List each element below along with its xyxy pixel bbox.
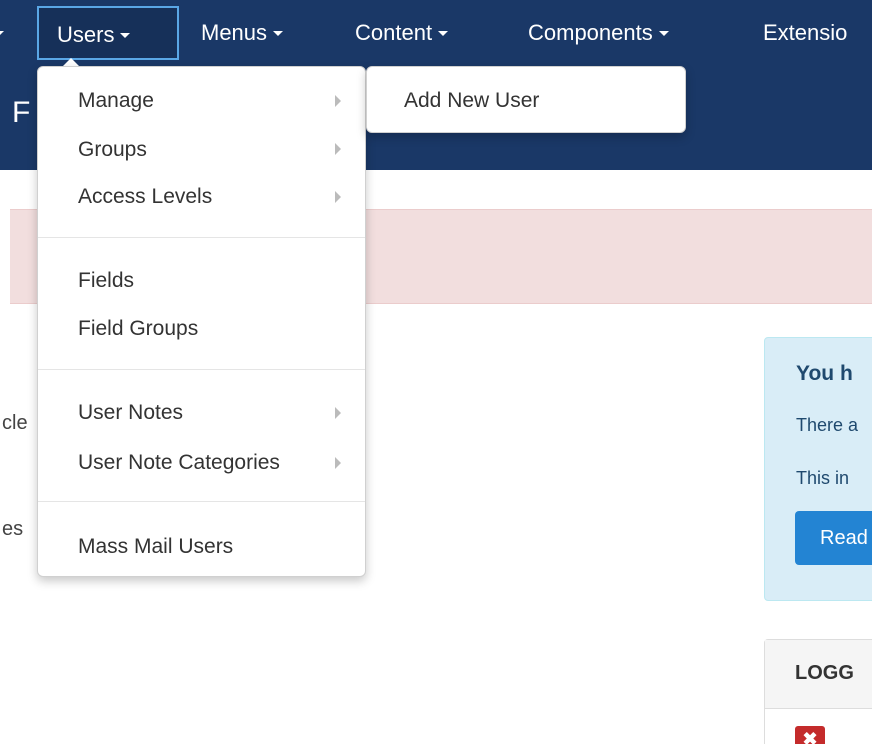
menu-item-access-levels[interactable]: Access Levels [78,185,212,209]
users-dropdown-menu: Manage Groups Access Levels Fields Field… [37,66,366,577]
caret-down-icon[interactable] [0,31,4,36]
menu-item-add-new-user[interactable]: Add New User [404,89,539,113]
admin-page: Users Menus Content Components Extensio … [0,0,872,744]
nav-extensions-label: Extensio [763,20,848,45]
nav-components-menu[interactable]: Components [528,6,669,60]
nav-users-label: Users [57,22,115,47]
caret-down-icon [658,30,669,36]
caret-down-icon [120,32,131,38]
content-text-fragment: es [2,518,24,540]
panel-title: LOGG [795,662,854,684]
logged-in-users-panel: LOGG ✖ [764,639,872,744]
nav-content-menu[interactable]: Content [355,6,449,60]
nav-components-label: Components [528,20,653,45]
menu-divider [38,237,365,238]
chevron-right-icon [335,191,341,203]
info-panel-heading: You h [796,362,853,385]
menu-item-user-note-categories[interactable]: User Note Categories [78,451,280,475]
caret-down-icon [273,30,284,36]
chevron-right-icon [335,407,341,419]
logout-icon[interactable]: ✖ [795,726,825,744]
menu-item-label: User Note Categories [78,451,280,474]
menu-item-manage[interactable]: Manage [78,89,154,113]
top-navbar: Users Menus Content Components Extensio [0,0,872,66]
info-panel-text: This in [796,468,850,488]
chevron-right-icon [335,457,341,469]
menu-item-label: Manage [78,89,154,112]
nav-menus-label: Menus [201,20,268,45]
menu-item-label: Access Levels [78,185,213,208]
caret-down-icon [438,30,449,36]
info-panel: You h There a This in Read [764,337,872,601]
nav-extensions-menu[interactable]: Extensio [763,6,847,60]
info-panel-text: There a [796,415,859,435]
menu-item-groups[interactable]: Groups [78,138,147,162]
menu-item-label: Fields [78,269,135,292]
menu-item-label: Field Groups [78,317,199,340]
menu-item-label: User Notes [78,401,184,424]
menu-item-user-notes[interactable]: User Notes [78,401,183,425]
menu-divider [38,501,365,502]
nav-menus-menu[interactable]: Menus [201,6,284,60]
nav-content-label: Content [355,20,433,45]
menu-item-field-groups[interactable]: Field Groups [78,317,198,341]
manage-submenu: Add New User [366,66,686,133]
nav-users-menu[interactable]: Users [37,6,179,60]
panel-header: LOGG [765,640,872,709]
chevron-right-icon [335,143,341,155]
menu-item-mass-mail-users[interactable]: Mass Mail Users [78,535,233,559]
read-more-button[interactable]: Read [795,511,872,565]
menu-item-fields[interactable]: Fields [78,269,134,293]
menu-divider [38,369,365,370]
content-text-fragment: cle [2,412,28,434]
menu-item-label: Groups [78,138,147,161]
chevron-right-icon [335,95,341,107]
menu-item-label: Mass Mail Users [78,535,234,558]
page-title: F [12,96,31,129]
